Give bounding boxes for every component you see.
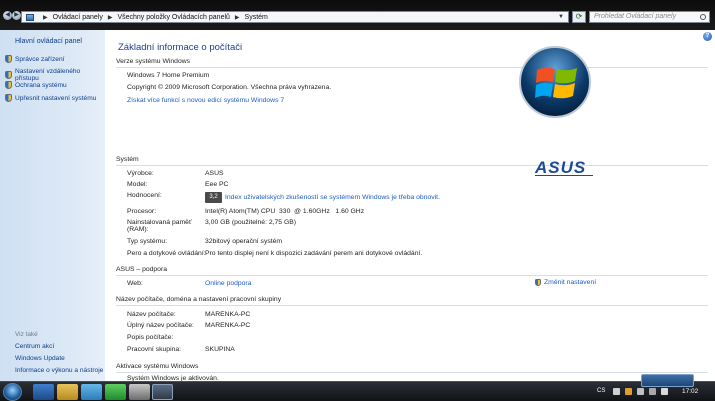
shield-icon	[5, 71, 12, 79]
breadcrumb[interactable]: ▶ Ovládací panely ▶ Všechny položky Ovlá…	[21, 11, 569, 23]
see-also-performance[interactable]: Informace o výkonu a nástroje	[15, 367, 103, 374]
divider	[116, 372, 708, 373]
sidebar-item-label: Upřesnit nastavení systému	[15, 94, 97, 102]
sidebar-item-label: Nastavení vzdáleného přístupu	[14, 68, 81, 82]
more-features-link[interactable]: Získat více funkcí s novou edicí systému…	[127, 97, 284, 104]
refresh-button[interactable]: ⟳	[572, 11, 586, 23]
shield-icon	[5, 94, 12, 102]
sidebar-item-remote-settings[interactable]: Nastavení vzdáleného přístupu	[5, 68, 105, 82]
network-icon[interactable]	[637, 388, 644, 395]
media-icon[interactable]	[105, 384, 126, 400]
full-name-label: Úplný název počítače:	[127, 322, 194, 329]
crumb-control-panel[interactable]: Ovládací panely	[53, 14, 103, 21]
chevron-right-icon: ▶	[107, 14, 113, 21]
page-title: Základní informace o počítači	[118, 42, 243, 53]
crumb-system[interactable]: Systém	[245, 14, 268, 21]
manufacturer-value: ASUS	[205, 170, 224, 177]
explorer-icon[interactable]	[57, 384, 78, 400]
app-icon[interactable]	[129, 384, 150, 400]
clock[interactable]: 17:02	[682, 388, 698, 395]
description-label: Popis počítače:	[127, 334, 174, 341]
shield-icon	[5, 55, 12, 63]
copyright-text: Copyright © 2009 Microsoft Corporation. …	[127, 84, 332, 91]
windows-edition: Windows 7 Home Premium	[127, 72, 210, 79]
edition-header: Verze systému Windows	[116, 58, 191, 65]
crumb-all-items[interactable]: Všechny položky Ovládacích panelů	[117, 14, 229, 21]
see-also-heading: Viz také	[15, 331, 38, 338]
volume-icon[interactable]	[649, 388, 656, 395]
start-button[interactable]	[3, 383, 22, 401]
svg-text:ASUS: ASUS	[534, 158, 586, 177]
address-bar: ◀ ▶ ▶ Ovládací panely ▶ Všechny položky …	[0, 0, 715, 30]
rating-badge[interactable]: 3,2	[205, 192, 222, 203]
divider	[116, 305, 708, 306]
computer-name-label: Název počítače:	[127, 311, 176, 318]
shield-icon	[5, 81, 12, 89]
shield-icon	[535, 279, 541, 286]
divider	[116, 275, 708, 276]
model-label: Model:	[127, 181, 148, 188]
pen-touch-label: Pero a dotykové ovládání:	[127, 250, 206, 257]
change-settings-button[interactable]: Změnit nastavení	[535, 279, 596, 286]
computer-name-header: Název počítače, doména a nastavení praco…	[116, 296, 282, 303]
search-input[interactable]: Prohledat Ovládací panely	[589, 11, 710, 23]
activation-badge	[641, 374, 694, 387]
model-value: Eee PC	[205, 181, 229, 188]
support-header: ASUS – podpora	[116, 266, 168, 273]
online-support-link[interactable]: Online podpora	[205, 280, 251, 287]
ram-value: 3,00 GB (použitelné: 2,75 GB)	[205, 219, 297, 226]
sidebar-item-device-manager[interactable]: Správce zařízení	[5, 55, 64, 63]
back-button[interactable]: ◀	[3, 11, 12, 20]
sidebar-item-label: Správce zařízení	[15, 55, 65, 63]
chevron-down-icon[interactable]: ▼	[558, 14, 564, 20]
help-icon[interactable]: ?	[703, 32, 712, 41]
taskbar: CS 17:02	[0, 381, 715, 401]
manufacturer-label: Výrobce:	[127, 170, 154, 177]
asus-logo: ASUS	[533, 158, 595, 182]
processor-label: Procesor:	[127, 208, 157, 215]
sidebar-item-advanced-settings[interactable]: Upřesnit nastavení systému	[5, 94, 96, 102]
power-icon[interactable]	[625, 388, 632, 395]
main-content: ? Základní informace o počítači Verze sy…	[105, 30, 715, 382]
computer-name-value: MARENKA-PC	[205, 311, 251, 318]
change-settings-label: Změnit nastavení	[544, 279, 597, 286]
forward-button[interactable]: ▶	[12, 11, 21, 20]
sidebar-item-system-protection[interactable]: Ochrana systému	[5, 81, 67, 89]
chevron-right-icon: ▶	[43, 14, 48, 21]
see-also-action-center[interactable]: Centrum akcí	[15, 343, 54, 350]
sidebar: Hlavní ovládací panel Správce zařízení N…	[0, 30, 105, 381]
see-also-windows-update[interactable]: Windows Update	[15, 355, 65, 362]
system-header: Systém	[116, 156, 139, 163]
sidebar-item-label: Ochrana systému	[15, 81, 67, 89]
tray-up-icon[interactable]	[613, 388, 620, 395]
rating-label: Hodnocení:	[127, 192, 162, 199]
flag-icon[interactable]	[661, 388, 668, 395]
divider	[116, 165, 708, 166]
rating-link[interactable]: Index uživatelských zkušeností se systém…	[225, 194, 440, 201]
system-type-value: 32bitový operační systém	[205, 238, 283, 245]
full-name-value: MARENKA-PC	[205, 322, 251, 329]
processor-value: Intel(R) Atom(TM) CPU 330 @ 1.60GHz 1.60…	[205, 208, 365, 215]
ie-icon[interactable]	[33, 384, 54, 400]
messenger-icon[interactable]	[81, 384, 102, 400]
ram-label: Nainstalovaná paměť (RAM):	[127, 219, 192, 233]
language-indicator[interactable]: CS	[597, 388, 605, 394]
pen-touch-value: Pro tento displej není k dispozici zadáv…	[205, 250, 423, 257]
system-type-label: Typ systému:	[127, 238, 168, 245]
chevron-right-icon: ▶	[234, 14, 240, 21]
windows-flag-icon	[535, 67, 577, 99]
activation-header: Aktivace systému Windows	[116, 363, 199, 370]
divider	[116, 67, 708, 68]
windows-logo	[519, 46, 591, 118]
control-panel-icon	[26, 13, 34, 21]
web-label: Web:	[127, 280, 143, 287]
control-panel-taskbar-icon[interactable]	[152, 384, 173, 400]
workgroup-label: Pracovní skupina:	[127, 346, 182, 353]
workgroup-value: SKUPINA	[205, 346, 235, 353]
sidebar-home-link[interactable]: Hlavní ovládací panel	[15, 38, 82, 45]
search-icon	[700, 14, 706, 20]
